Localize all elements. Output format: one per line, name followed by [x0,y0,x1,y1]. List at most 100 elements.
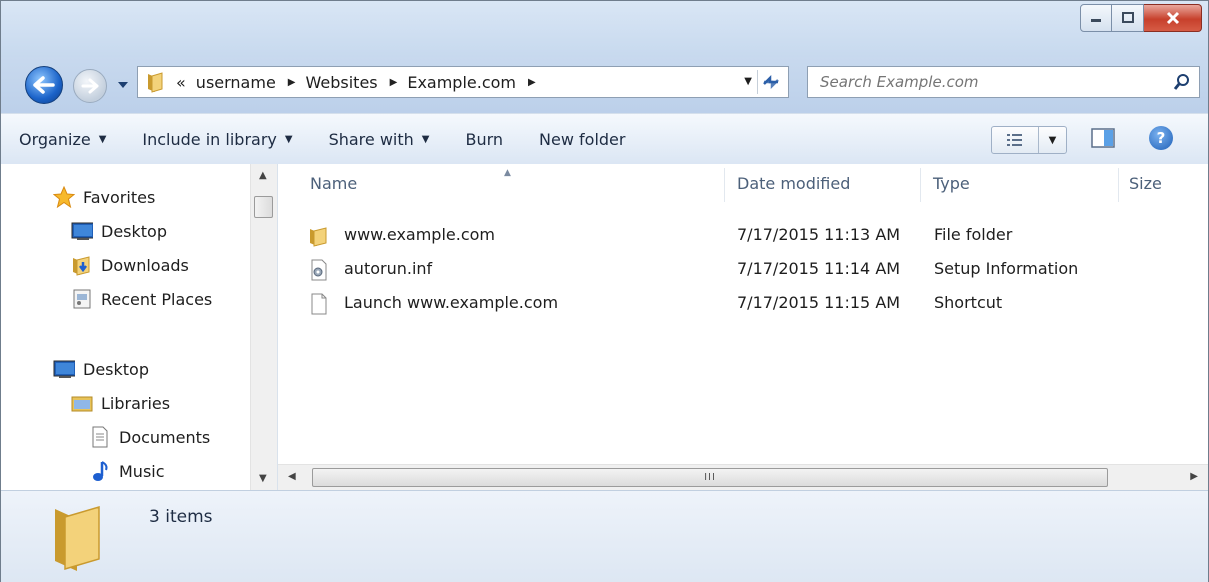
scroll-right-icon[interactable]: ▶ [1190,471,1198,482]
navigation-bar: « username ▶ Websites ▶ Example.com ▶ ▼ [1,57,1208,113]
breadcrumb-overflow[interactable]: « [176,73,186,92]
file-list-horizontal-scrollbar[interactable]: ◀ III ▶ [278,464,1208,491]
search-input[interactable] [818,72,1152,92]
music-note-icon [89,460,111,482]
maximize-button[interactable] [1112,4,1144,32]
sidebar-item-favorites[interactable]: Favorites [53,186,155,208]
file-list: ▲ Name Date modified Type Size www.examp… [278,164,1208,464]
search-box [807,66,1200,98]
file-name: www.example.com [344,225,495,244]
file-type: Setup Information [934,259,1079,278]
forward-button[interactable] [73,69,107,103]
sort-ascending-icon: ▲ [504,168,511,178]
file-name: autorun.inf [344,259,433,278]
preview-pane-button[interactable] [1091,128,1115,152]
navigation-pane-scrollbar[interactable]: ▲ ▼ [250,164,277,490]
column-divider[interactable] [724,168,725,202]
folder-icon [55,505,100,571]
address-bar[interactable]: « username ▶ Websites ▶ Example.com ▶ ▼ [137,66,789,98]
sidebar-item-libraries[interactable]: Libraries [71,392,170,414]
column-divider[interactable] [920,168,921,202]
recent-pages-dropdown[interactable] [117,79,129,91]
organize-menu[interactable]: Organize ▼ [19,130,106,149]
sidebar-item-label: Recent Places [101,289,213,309]
details-view-icon [1007,134,1022,146]
breadcrumb-separator-icon[interactable]: ▶ [288,77,296,88]
help-button[interactable]: ? [1149,126,1173,150]
refresh-button[interactable] [757,70,784,94]
forward-arrow-icon [81,78,99,94]
view-options-dropdown[interactable]: ▼ [1039,127,1066,153]
folder-icon [310,227,327,247]
maximize-icon [1121,12,1134,23]
column-header-type[interactable]: Type [933,174,970,193]
burn-button[interactable]: Burn [465,130,503,149]
sidebar-item-label: Desktop [101,221,167,241]
new-folder-label: New folder [539,129,626,149]
shortcut-file-icon [311,293,327,315]
chevron-down-icon: ▼ [98,133,107,145]
breadcrumb-separator-icon[interactable]: ▶ [390,77,398,88]
sidebar-item-recent-places[interactable]: Recent Places [71,288,212,310]
minimize-button[interactable] [1080,4,1112,32]
close-button[interactable] [1144,4,1202,32]
breadcrumb-item-example-com[interactable]: Example.com [407,73,516,92]
scroll-left-icon[interactable]: ◀ [288,471,296,482]
scroll-up-icon[interactable]: ▲ [259,170,267,181]
star-icon [53,186,75,208]
sidebar-item-music[interactable]: Music [89,460,165,482]
address-dropdown-icon[interactable]: ▼ [744,76,752,87]
downloads-folder-icon [71,254,93,276]
include-in-library-menu[interactable]: Include in library ▼ [142,130,292,149]
column-header-date-modified[interactable]: Date modified [737,174,850,193]
change-view-button[interactable] [992,127,1039,153]
file-row[interactable]: www.example.com 7/17/2015 11:13 AM File … [308,219,1188,253]
navigation-pane: Favorites Desktop Downloads Recent Place… [1,164,278,490]
sidebar-item-desktop[interactable]: Desktop [53,358,149,380]
burn-label: Burn [465,129,504,149]
back-button[interactable] [25,66,63,104]
breadcrumb-item-username[interactable]: username [196,73,276,92]
sidebar-item-desktop-favorite[interactable]: Desktop [71,220,167,242]
sidebar-item-documents[interactable]: Documents [89,426,210,448]
file-date-modified: 7/17/2015 11:13 AM [737,225,901,244]
breadcrumb-item-websites[interactable]: Websites [306,73,378,92]
column-divider[interactable] [1118,168,1119,202]
file-date-modified: 7/17/2015 11:14 AM [737,259,901,278]
scrollbar-thumb[interactable]: III [312,468,1108,487]
column-header-size[interactable]: Size [1129,174,1162,193]
column-header-name[interactable]: Name [310,174,357,193]
desktop-icon [53,358,75,380]
search-icon[interactable] [1173,73,1191,91]
title-bar [1,1,1208,57]
organize-label: Organize [19,129,91,149]
explorer-window: « username ▶ Websites ▶ Example.com ▶ ▼ … [0,0,1209,582]
new-folder-button[interactable]: New folder [539,130,625,149]
file-row[interactable]: autorun.inf 7/17/2015 11:14 AM Setup Inf… [308,253,1188,287]
file-name: Launch www.example.com [344,293,559,312]
sidebar-item-label: Desktop [83,359,149,379]
sidebar-item-label: Downloads [101,255,189,275]
change-view-control: ▼ [991,126,1067,154]
chevron-down-icon: ▼ [284,133,293,145]
breadcrumb-separator-icon[interactable]: ▶ [528,77,536,88]
chevron-down-icon: ▼ [421,133,430,145]
details-pane: 3 items [1,490,1208,582]
documents-icon [89,426,111,448]
scrollbar-grip: III [704,472,716,483]
preview-pane-icon [1091,128,1115,148]
sidebar-item-downloads[interactable]: Downloads [71,254,189,276]
item-count: 3 items [149,507,213,527]
libraries-icon [71,392,93,414]
help-icon: ? [1156,129,1166,147]
command-bar: Organize ▼ Include in library ▼ Share with… [1,113,1208,165]
sidebar-item-label: Documents [119,427,211,447]
scroll-down-icon[interactable]: ▼ [259,473,267,484]
share-with-menu[interactable]: Share with ▼ [329,130,430,149]
desktop-icon [71,220,93,242]
file-row[interactable]: Launch www.example.com 7/17/2015 11:15 A… [308,287,1188,321]
include-in-library-label: Include in library [142,129,277,149]
caption-buttons [1080,4,1202,32]
refresh-icon [763,74,779,90]
scrollbar-thumb[interactable] [254,196,273,218]
